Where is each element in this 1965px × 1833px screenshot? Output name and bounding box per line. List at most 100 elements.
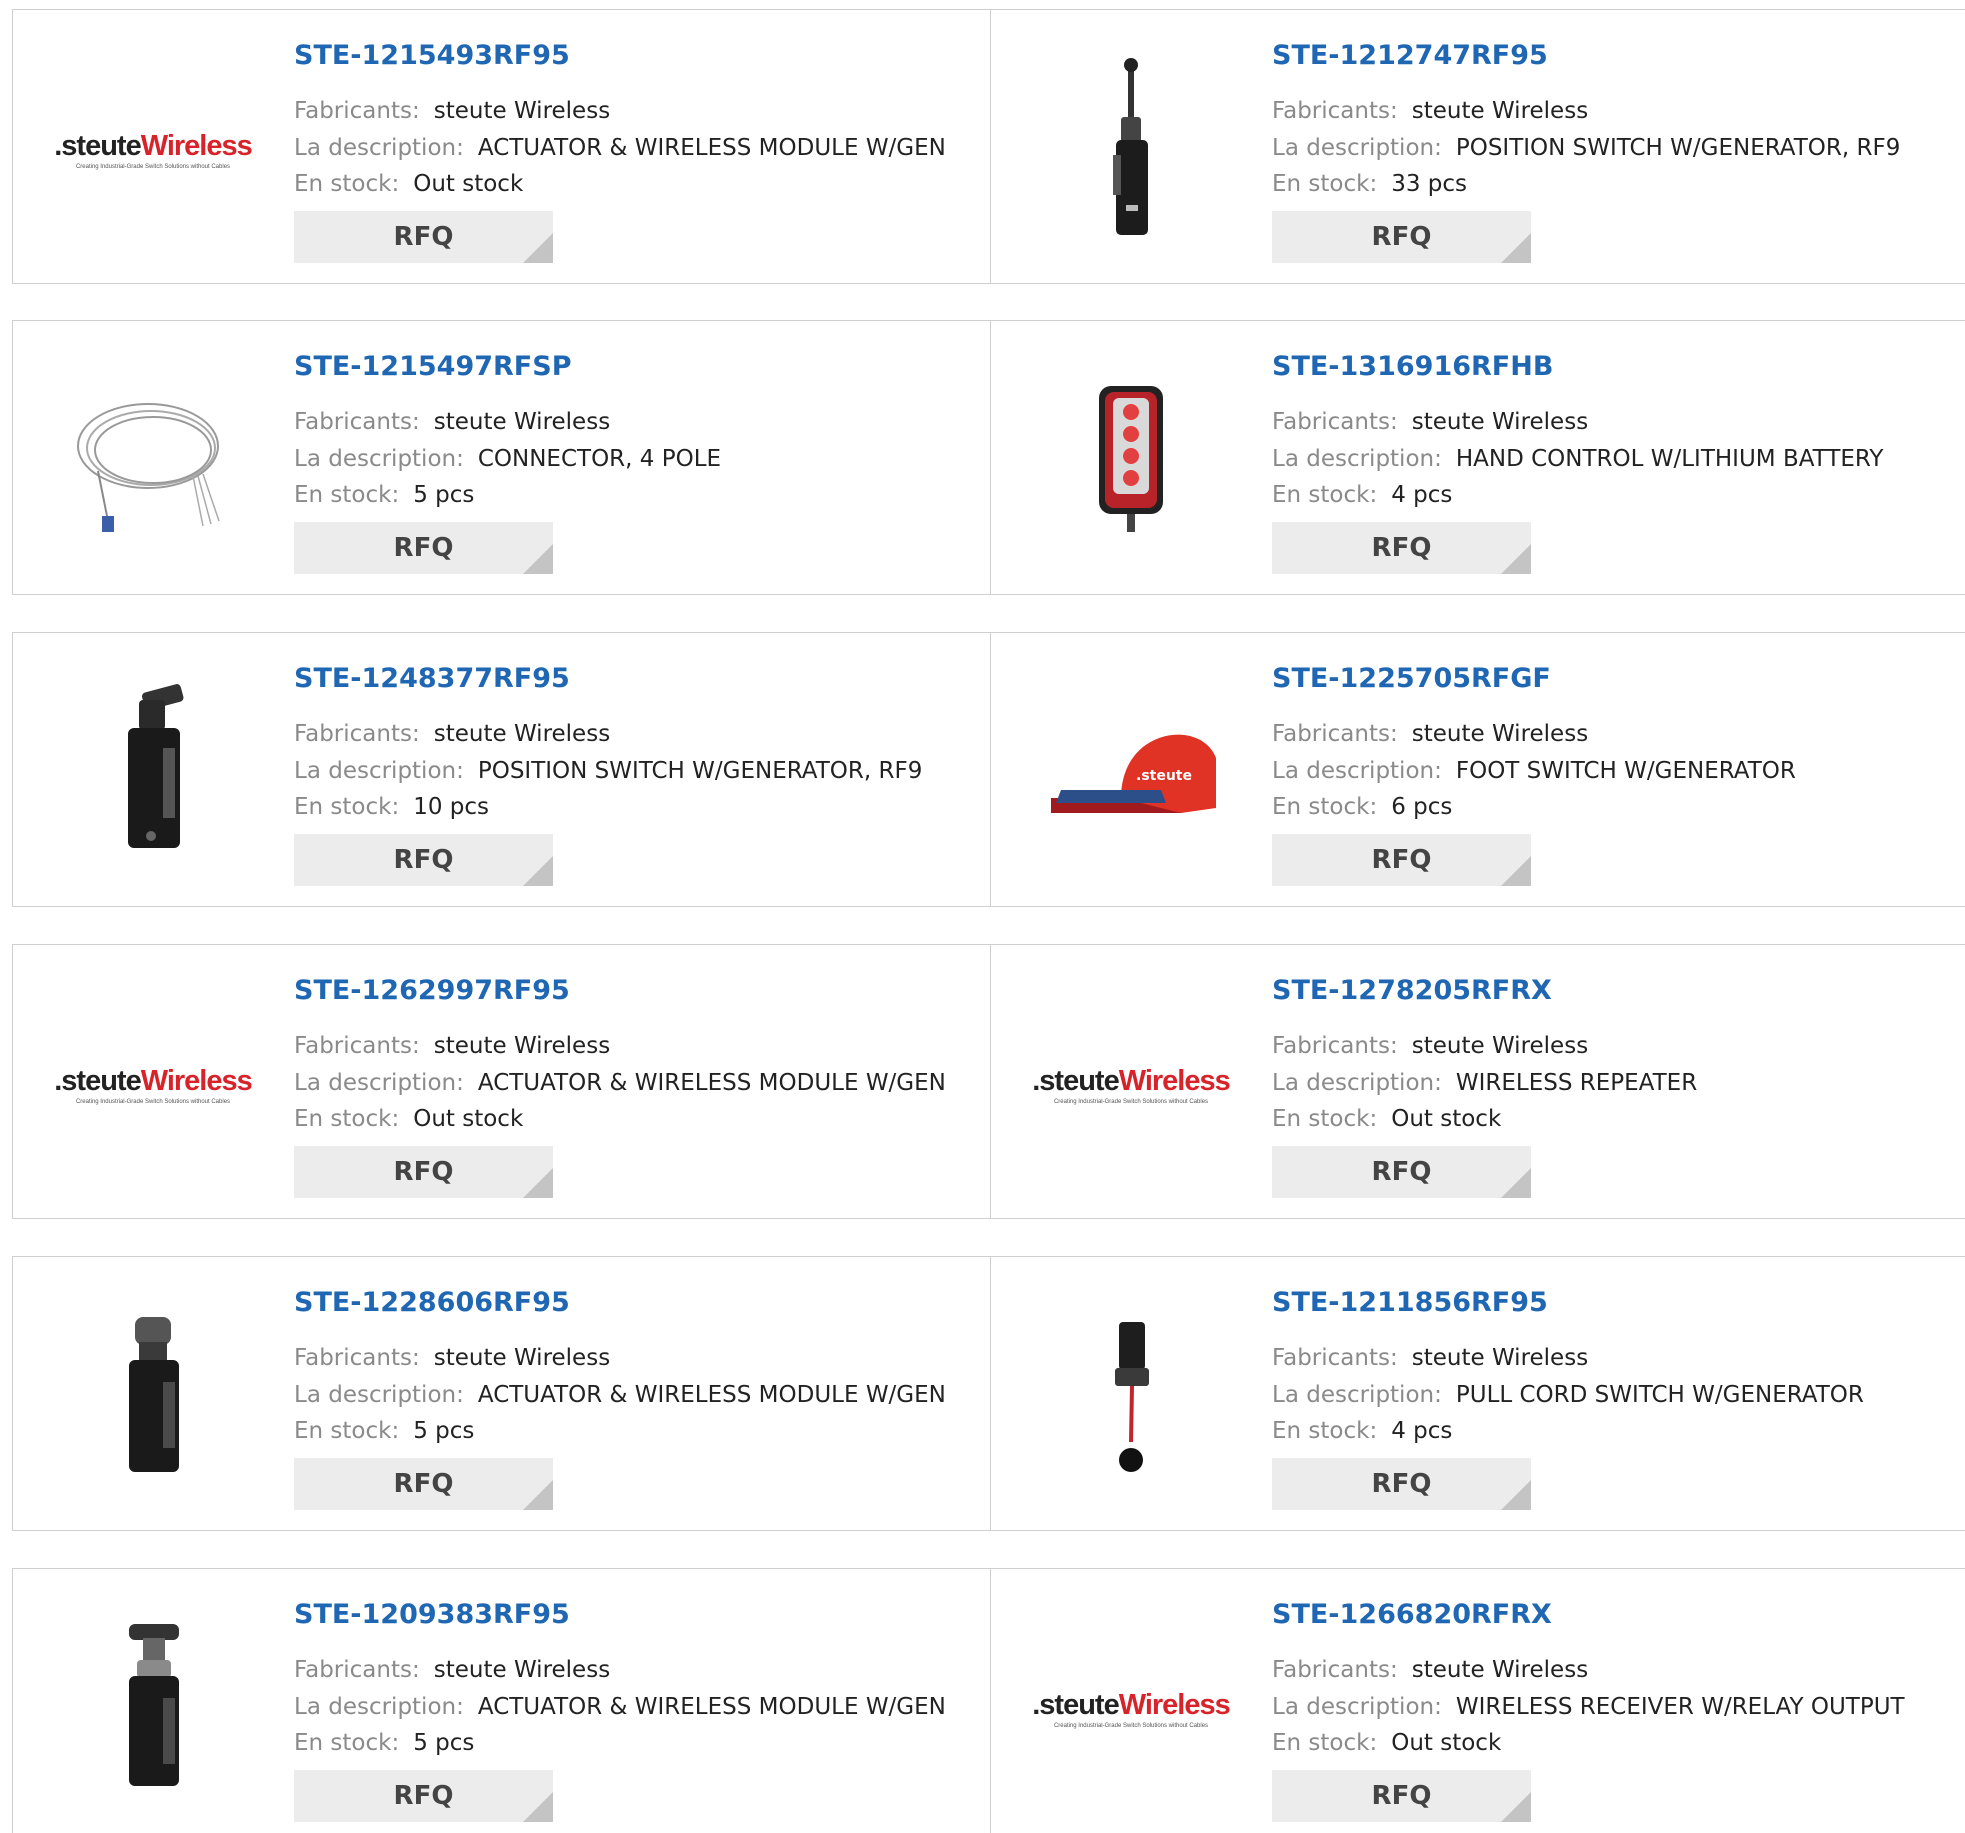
steute-wireless-logo: .steuteWireless Creating Industrial-Grad…	[1032, 1065, 1231, 1105]
part-number-link[interactable]: STE-1211856RF95	[1272, 1287, 1548, 1318]
rfq-button[interactable]: RFQ	[1272, 1458, 1531, 1510]
part-number-link[interactable]: STE-1215493RF95	[294, 40, 570, 71]
roller-position-switch-image[interactable]	[53, 673, 253, 873]
manufacturer-line: Fabricants: steute Wireless	[1272, 721, 1588, 747]
stock-label: En stock:	[294, 171, 400, 197]
manufacturer-line: Fabricants: steute Wireless	[294, 1033, 610, 1059]
rfq-button-label: RFQ	[393, 1469, 454, 1499]
stock-label: En stock:	[1272, 794, 1378, 820]
part-number-link[interactable]: STE-1262997RF95	[294, 975, 570, 1006]
rfq-button-label: RFQ	[1371, 533, 1432, 563]
manufacturer-label: Fabricants:	[294, 98, 420, 124]
stock-value: 5 pcs	[413, 1418, 475, 1444]
rfq-corner-decoration	[1501, 856, 1531, 886]
rfq-button[interactable]: RFQ	[294, 1458, 553, 1510]
pull-cord-switch-image[interactable]	[1031, 1297, 1231, 1497]
description-line: La description: PULL CORD SWITCH W/GENERA…	[1272, 1382, 1864, 1408]
product-image[interactable]: .steuteWireless Creating Industrial-Grad…	[1031, 1609, 1231, 1809]
rfq-corner-decoration	[1501, 544, 1531, 574]
stock-line: En stock: Out stock	[1272, 1730, 1501, 1756]
manufacturer-line: Fabricants: steute Wireless	[1272, 1345, 1588, 1371]
steute-wireless-logo: .steuteWireless Creating Industrial-Grad…	[54, 130, 253, 170]
manufacturer-line: Fabricants: steute Wireless	[294, 98, 610, 124]
stock-label: En stock:	[1272, 171, 1378, 197]
part-number-link[interactable]: STE-1225705RFGF	[1272, 663, 1551, 694]
plunger-actuator-module-image[interactable]	[53, 1297, 253, 1497]
product-image[interactable]: .steuteWireless Creating Industrial-Grad…	[1031, 985, 1231, 1185]
stock-label: En stock:	[1272, 1106, 1378, 1132]
rfq-button[interactable]: RFQ	[294, 522, 553, 574]
manufacturer-value: steute Wireless	[433, 1345, 611, 1371]
part-number-link[interactable]: STE-1212747RF95	[1272, 40, 1548, 71]
rfq-button[interactable]: RFQ	[1272, 211, 1531, 263]
rfq-corner-decoration	[523, 1792, 553, 1822]
manufacturer-label: Fabricants:	[294, 1033, 420, 1059]
rod-lever-position-switch-image[interactable]	[1031, 50, 1231, 250]
rfq-button-label: RFQ	[1371, 1157, 1432, 1187]
manufacturer-line: Fabricants: steute Wireless	[1272, 409, 1588, 435]
rfq-button[interactable]: RFQ	[294, 834, 553, 886]
description-line: La description: ACTUATOR & WIRELESS MODUL…	[294, 1382, 946, 1408]
description-label: La description:	[294, 135, 464, 161]
manufacturer-line: Fabricants: steute Wireless	[294, 409, 610, 435]
stock-line: En stock: 6 pcs	[1272, 794, 1452, 820]
part-number-link[interactable]: STE-1316916RFHB	[1272, 351, 1553, 382]
part-number-link[interactable]: STE-1228606RF95	[294, 1287, 570, 1318]
stock-line: En stock: 4 pcs	[1272, 1418, 1452, 1444]
description-line: La description: ACTUATOR & WIRELESS MODUL…	[294, 135, 946, 161]
stock-label: En stock:	[294, 1418, 400, 1444]
part-number-link[interactable]: STE-1278205RFRX	[1272, 975, 1552, 1006]
stock-value: 33 pcs	[1391, 171, 1468, 197]
rfq-corner-decoration	[523, 1480, 553, 1510]
product-card: STE-1212747RF95 Fabricants: steute Wirele…	[990, 9, 1965, 284]
manufacturer-line: Fabricants: steute Wireless	[294, 721, 610, 747]
stock-value: 4 pcs	[1391, 1418, 1453, 1444]
rfq-button-label: RFQ	[393, 533, 454, 563]
stock-value: 4 pcs	[1391, 482, 1453, 508]
description-line: La description: WIRELESS RECEIVER W/RELAY…	[1272, 1694, 1905, 1720]
part-number-link[interactable]: STE-1209383RF95	[294, 1599, 570, 1630]
product-row: STE-1248377RF95 Fabricants: steute Wirele…	[12, 632, 1965, 907]
manufacturer-line: Fabricants: steute Wireless	[1272, 1033, 1588, 1059]
description-value: PULL CORD SWITCH W/GENERATOR	[1455, 1382, 1864, 1408]
stock-line: En stock: 10 pcs	[294, 794, 489, 820]
rfq-button-label: RFQ	[393, 1157, 454, 1187]
rfq-button[interactable]: RFQ	[1272, 1146, 1531, 1198]
rfq-button[interactable]: RFQ	[1272, 1770, 1531, 1822]
stock-line: En stock: 4 pcs	[1272, 482, 1452, 508]
product-image[interactable]: .steuteWireless Creating Industrial-Grad…	[53, 985, 253, 1185]
stock-value: 5 pcs	[413, 1730, 475, 1756]
coiled-cable-connector-image[interactable]	[53, 361, 253, 561]
part-number-link[interactable]: STE-1248377RF95	[294, 663, 570, 694]
description-label: La description:	[294, 1382, 464, 1408]
manufacturer-label: Fabricants:	[1272, 1657, 1398, 1683]
product-row: .steuteWireless Creating Industrial-Grad…	[12, 944, 1965, 1219]
product-card: .steuteWireless Creating Industrial-Grad…	[12, 9, 991, 284]
description-label: La description:	[1272, 1070, 1442, 1096]
stock-label: En stock:	[294, 1730, 400, 1756]
manufacturer-label: Fabricants:	[294, 1345, 420, 1371]
mushroom-actuator-module-image[interactable]	[53, 1609, 253, 1809]
description-value: POSITION SWITCH W/GENERATOR, RF9	[1455, 135, 1901, 161]
rfq-button[interactable]: RFQ	[294, 1146, 553, 1198]
product-card: .steuteWireless Creating Industrial-Grad…	[990, 1568, 1965, 1833]
description-line: La description: POSITION SWITCH W/GENERAT…	[1272, 135, 1900, 161]
product-image[interactable]: .steuteWireless Creating Industrial-Grad…	[53, 50, 253, 250]
part-number-link[interactable]: STE-1215497RFSP	[294, 351, 572, 382]
manufacturer-line: Fabricants: steute Wireless	[1272, 98, 1588, 124]
stock-label: En stock:	[1272, 1730, 1378, 1756]
rfq-button[interactable]: RFQ	[1272, 522, 1531, 574]
description-label: La description:	[1272, 135, 1442, 161]
red-foot-switch-image[interactable]: .steute	[1031, 673, 1231, 873]
manufacturer-value: steute Wireless	[1411, 409, 1589, 435]
description-value: ACTUATOR & WIRELESS MODULE W/GEN	[477, 1382, 946, 1408]
manufacturer-label: Fabricants:	[1272, 1033, 1398, 1059]
stock-label: En stock:	[294, 1106, 400, 1132]
rfq-button[interactable]: RFQ	[294, 211, 553, 263]
part-number-link[interactable]: STE-1266820RFRX	[1272, 1599, 1552, 1630]
rfq-button[interactable]: RFQ	[1272, 834, 1531, 886]
rfq-button-label: RFQ	[393, 1781, 454, 1811]
rfq-button[interactable]: RFQ	[294, 1770, 553, 1822]
hand-control-remote-image[interactable]	[1031, 361, 1231, 561]
manufacturer-value: steute Wireless	[1411, 1033, 1589, 1059]
